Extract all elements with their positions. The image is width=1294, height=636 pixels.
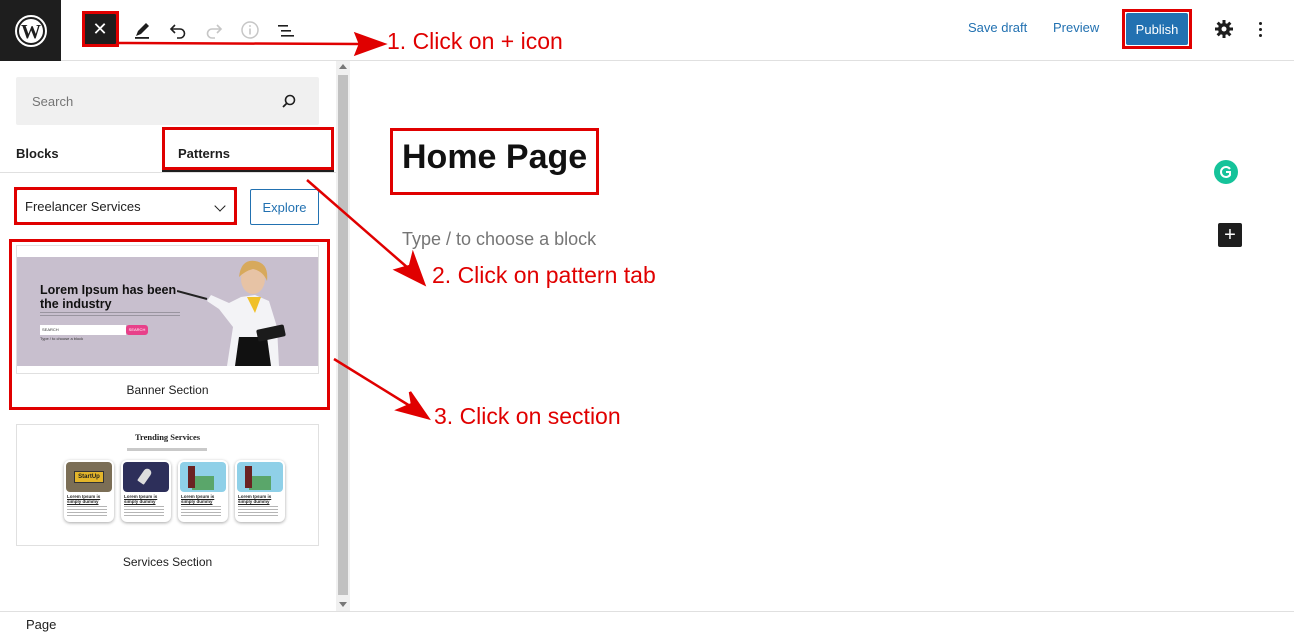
annotation-step-2: 2. Click on pattern tab <box>432 262 656 288</box>
editor-footer: Page <box>0 611 1294 636</box>
annotation-arrows <box>118 31 431 421</box>
annotation-step-1: 1. Click on + icon <box>387 28 563 54</box>
breadcrumb-page[interactable]: Page <box>26 617 56 632</box>
annotation-step-3: 3. Click on section <box>434 403 621 429</box>
